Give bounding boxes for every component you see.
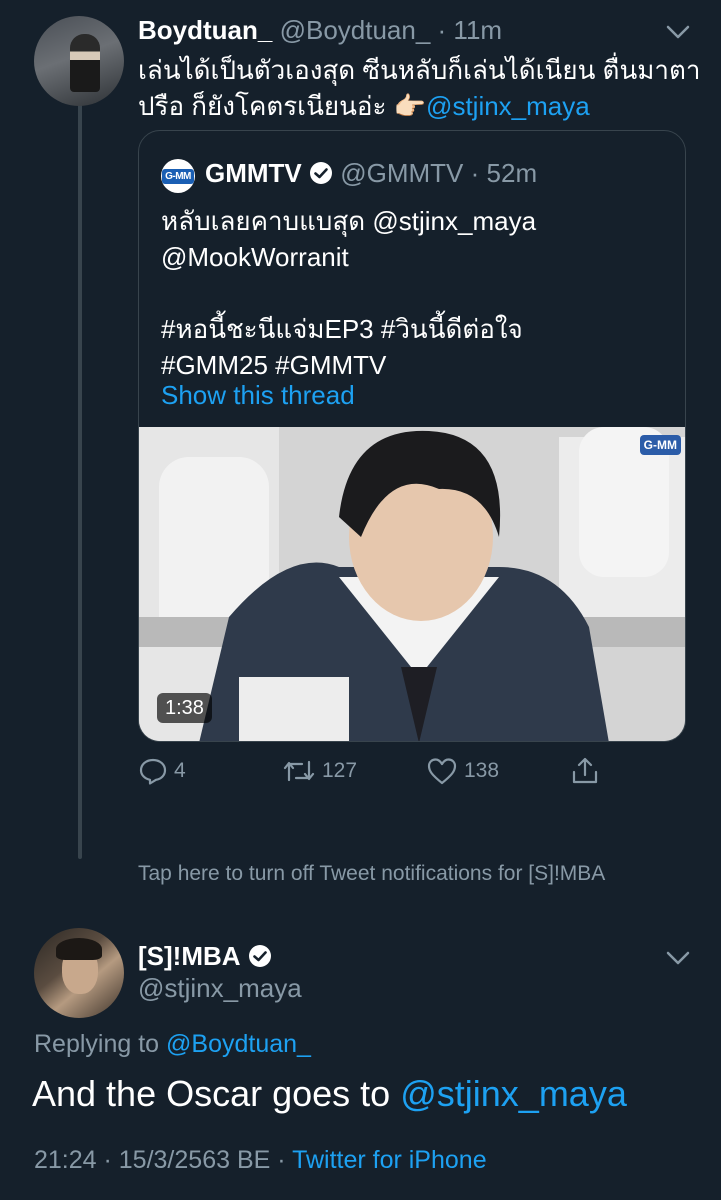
mention-link[interactable]: @stjinx_maya [426,91,590,121]
tweet-time: · 11m [437,15,503,45]
avatar[interactable] [34,928,124,1018]
heart-icon [427,758,457,785]
video-watermark-logo: G-MM [639,435,681,455]
tweet-meta: 21:24 · 15/3/2563 BE · Twitter for iPhon… [34,1144,487,1176]
share-action[interactable] [570,756,600,786]
share-icon [572,757,598,784]
avatar[interactable] [34,16,124,106]
quoted-header: GMMTV @GMMTV · 52m [205,157,537,189]
avatar-figure [70,34,100,92]
chevron-down-icon[interactable] [664,948,692,968]
reply-count: 4 [174,759,186,782]
tweet-header: Boydtuan_ @Boydtuan_ · 11m [138,14,502,46]
tweet-text-line: เล่นได้เป็นตัวเองสุด ซีนหลับก็เล่นได้เนี… [138,55,701,85]
quoted-hashtags-line: #หอนี้ชะนีแจ่มEP3 #วินนี้ดีต่อใจ [161,314,523,344]
retweet-action[interactable]: 127 [282,756,357,786]
verified-badge-icon [248,945,271,967]
video-player[interactable]: G-MM 1:38 [139,427,685,741]
verified-badge-icon [310,162,332,184]
quoted-text-line: หลับเลยคาบแบสุด @stjinx_maya [161,206,537,236]
quoted-author-name: GMMTV [205,158,302,188]
author-handle[interactable]: @Boydtuan_ [280,15,431,45]
tweet-text: And the Oscar goes to @stjinx_maya [32,1072,627,1116]
reply-action[interactable]: 4 [138,756,186,786]
replying-to-mention[interactable]: @Boydtuan_ [166,1030,311,1058]
quoted-text: หลับเลยคาบแบสุด @stjinx_maya @MookWorran… [161,203,536,383]
quoted-tweet-time: · 52m [470,158,538,188]
retweet-count: 127 [322,759,358,782]
tweet-text: เล่นได้เป็นตัวเองสุด ซีนหลับก็เล่นได้เนี… [138,52,700,124]
show-thread-link[interactable]: Show this thread [161,377,355,413]
pointing-hand-emoji: 👉🏻 [393,91,427,121]
notification-toggle-notice[interactable]: Tap here to turn off Tweet notifications… [138,862,605,886]
video-thumbnail [139,427,685,741]
quoted-author-handle: @GMMTV [340,158,464,188]
author-handle[interactable]: @stjinx_maya [138,972,302,1004]
like-action[interactable]: 138 [426,756,499,786]
quoted-text-line: @MookWorranit [161,242,349,272]
tweet-text-line: ปรือ ก็ยังโคตรเนียนอ่ะ 👉🏻@stjinx_maya [138,88,700,124]
tweet-header: [S]!MBA [138,940,272,972]
tweet-source-link[interactable]: Twitter for iPhone [292,1146,487,1174]
author-name[interactable]: Boydtuan_ [138,15,272,45]
gmmtv-avatar: G-MM [161,159,195,193]
replying-to-label: Replying to [34,1030,160,1058]
like-count: 138 [464,759,500,782]
author-name[interactable]: [S]!MBA [138,941,241,971]
reply-icon [139,758,167,785]
gmmtv-logo-text: G-MM [162,168,194,184]
mention-link[interactable]: @stjinx_maya [400,1073,627,1114]
thread-connector-line [78,102,82,859]
avatar-hair [56,938,102,960]
quoted-tweet-card[interactable]: G-MM GMMTV @GMMTV · 52m หลับเลยคาบแบสุด … [138,130,686,742]
replying-to: Replying to @Boydtuan_ [34,1028,311,1060]
retweet-icon [283,760,315,782]
tweet-timestamp: 21:24 · 15/3/2563 BE · [34,1146,286,1174]
chevron-down-icon[interactable] [664,22,692,42]
video-duration-badge: 1:38 [157,693,212,723]
tweet-text-fragment: ปรือ ก็ยังโคตรเนียนอ่ะ [138,91,387,121]
tweet-text-fragment: And the Oscar goes to [32,1073,391,1114]
